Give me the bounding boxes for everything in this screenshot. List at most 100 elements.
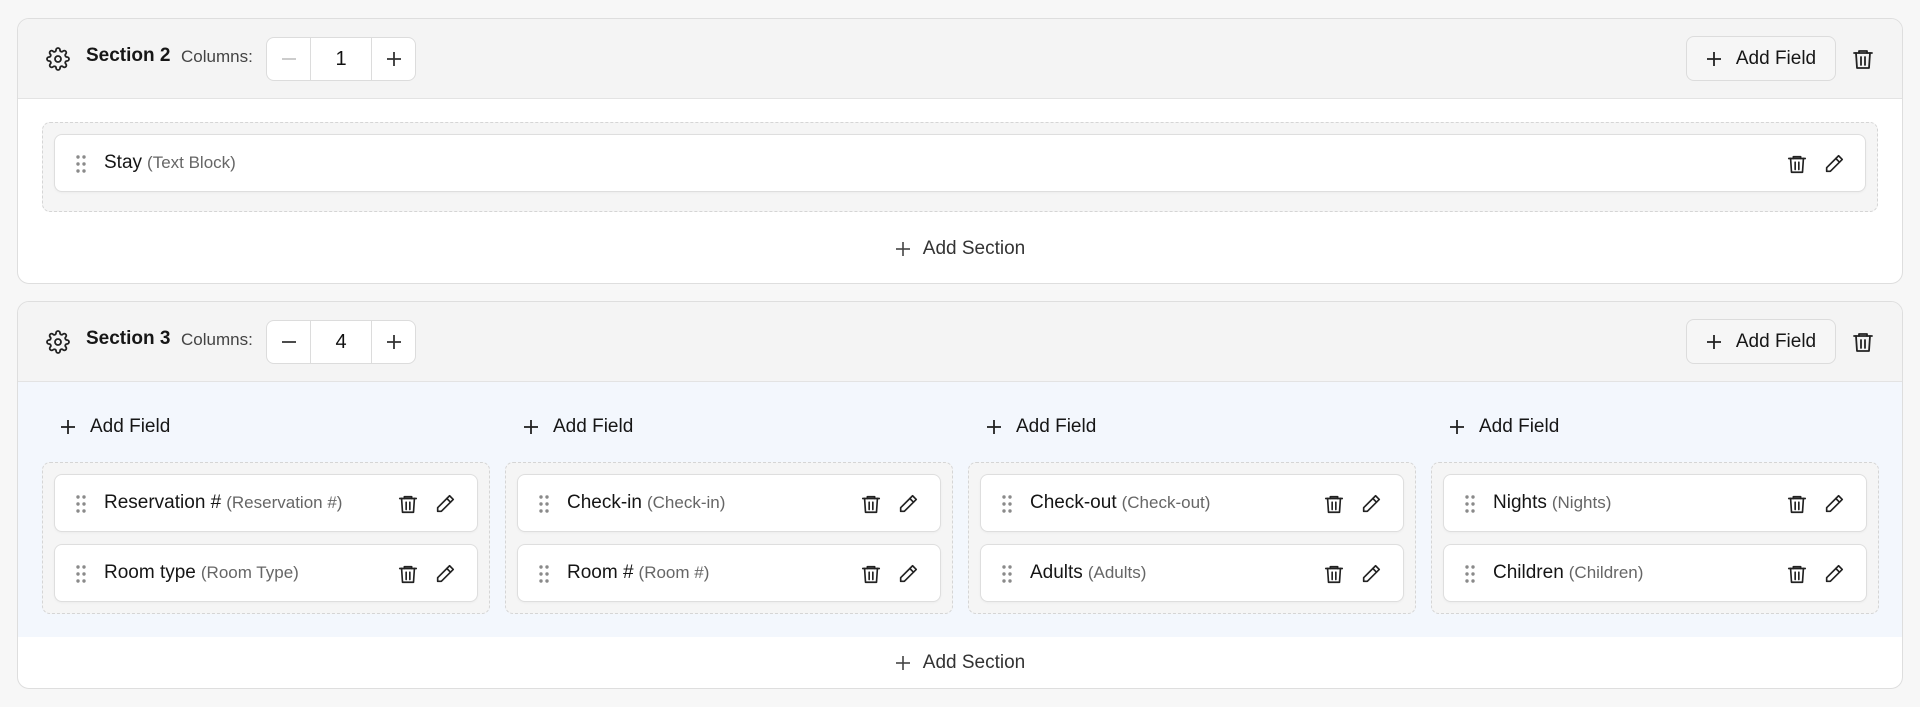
section-title: Section 3: [86, 328, 171, 349]
field-name: Room # (Room #): [567, 562, 709, 584]
add-field-label: Add Field: [1735, 47, 1817, 69]
field-type: (Check-out): [1121, 493, 1211, 512]
add-section-button[interactable]: Add Section: [18, 637, 1902, 688]
field-card[interactable]: Check-in (Check-in): [517, 474, 941, 532]
trash-icon[interactable]: [1323, 563, 1345, 585]
plus-icon: [1450, 420, 1464, 434]
field-card[interactable]: Stay (Text Block): [54, 134, 1866, 192]
field-label: Stay: [104, 152, 143, 173]
drag-handle-icon[interactable]: [1001, 494, 1013, 514]
field-name: Reservation # (Reservation #): [104, 492, 342, 514]
drag-handle-icon[interactable]: [1464, 564, 1476, 584]
column-dropzone: Check-in (Check-in) Room # (Room #): [505, 462, 953, 614]
add-field-label: Add Field: [1735, 330, 1817, 352]
add-field-label: Add Field: [1016, 416, 1097, 437]
delete-section-trash-icon[interactable]: [1851, 47, 1875, 71]
column-add-field-button[interactable]: Add Field: [60, 416, 170, 438]
columns-stepper: 1: [266, 37, 416, 81]
field-card[interactable]: Room # (Room #): [517, 544, 941, 602]
columns-value[interactable]: 1: [310, 38, 372, 80]
section-3-card: Section 3 Columns: 4 Add Field Add Field: [17, 301, 1903, 689]
field-dropzone: Stay (Text Block): [42, 122, 1878, 212]
add-field-label: Add Field: [90, 416, 171, 437]
field-card[interactable]: Adults (Adults): [980, 544, 1404, 602]
field-type: (Check-in): [646, 493, 726, 512]
field-label: Check-out: [1030, 492, 1117, 513]
field-card[interactable]: Check-out (Check-out): [980, 474, 1404, 532]
pencil-icon[interactable]: [1823, 153, 1845, 175]
trash-icon[interactable]: [1323, 493, 1345, 515]
drag-handle-icon[interactable]: [1464, 494, 1476, 514]
field-type: (Children): [1568, 563, 1644, 582]
pencil-icon[interactable]: [434, 493, 456, 515]
pencil-icon[interactable]: [1360, 493, 1382, 515]
field-label: Check-in: [567, 492, 642, 513]
add-field-button[interactable]: Add Field: [1686, 36, 1836, 81]
trash-icon[interactable]: [1786, 493, 1808, 515]
plus-icon: [1706, 334, 1721, 349]
decrement-columns-button[interactable]: [267, 38, 310, 80]
field-type: (Nights): [1551, 493, 1612, 512]
delete-section-trash-icon[interactable]: [1851, 330, 1875, 354]
column-add-field-button[interactable]: Add Field: [1449, 416, 1559, 438]
field-card[interactable]: Children (Children): [1443, 544, 1867, 602]
trash-icon[interactable]: [860, 493, 882, 515]
pencil-icon[interactable]: [434, 563, 456, 585]
trash-icon[interactable]: [397, 493, 419, 515]
field-name: Check-out (Check-out): [1030, 492, 1210, 514]
column-dropzone: Reservation # (Reservation #) Room type (R…: [42, 462, 490, 614]
plus-icon: [524, 420, 538, 434]
drag-handle-icon[interactable]: [1001, 564, 1013, 584]
pencil-icon[interactable]: [1360, 563, 1382, 585]
field-label: Nights: [1493, 492, 1547, 513]
drag-handle-icon[interactable]: [538, 494, 550, 514]
plus-icon: [895, 656, 910, 670]
field-type: (Reservation #): [226, 493, 343, 512]
decrement-columns-button[interactable]: [267, 321, 310, 363]
drag-handle-icon[interactable]: [75, 154, 87, 174]
field-name: Room type (Room Type): [104, 562, 299, 584]
gear-icon[interactable]: [46, 47, 70, 71]
field-card[interactable]: Nights (Nights): [1443, 474, 1867, 532]
add-section-label: Add Section: [922, 238, 1026, 259]
plus-icon: [987, 420, 1001, 434]
minus-icon: [281, 58, 296, 60]
gear-icon[interactable]: [46, 330, 70, 354]
section-2-card: Section 2 Columns: 1 Add Field Stay (Tex…: [17, 18, 1903, 284]
column-add-field-button[interactable]: Add Field: [986, 416, 1096, 438]
add-field-label: Add Field: [1479, 416, 1560, 437]
trash-icon[interactable]: [1786, 563, 1808, 585]
increment-columns-button[interactable]: [372, 38, 415, 80]
field-name: Children (Children): [1493, 562, 1643, 584]
field-card[interactable]: Reservation # (Reservation #): [54, 474, 478, 532]
add-field-button[interactable]: Add Field: [1686, 319, 1836, 364]
trash-icon[interactable]: [860, 563, 882, 585]
column-add-field-button[interactable]: Add Field: [523, 416, 633, 438]
drag-handle-icon[interactable]: [538, 564, 550, 584]
columns-stepper: 4: [266, 320, 416, 364]
section-title: Section 2: [86, 45, 171, 66]
plus-icon: [895, 242, 910, 256]
drag-handle-icon[interactable]: [75, 494, 87, 514]
field-name: Adults (Adults): [1030, 562, 1146, 584]
pencil-icon[interactable]: [897, 563, 919, 585]
pencil-icon[interactable]: [1823, 563, 1845, 585]
add-section-button[interactable]: Add Section: [18, 214, 1902, 283]
field-name: Check-in (Check-in): [567, 492, 725, 514]
field-type: (Text Block): [147, 153, 236, 172]
columns-area: Add Field Reservation # (Reservation #) R…: [18, 382, 1902, 637]
minus-icon: [281, 341, 296, 343]
plus-icon: [61, 420, 75, 434]
field-label: Adults: [1030, 562, 1083, 583]
pencil-icon[interactable]: [897, 493, 919, 515]
column-dropzone: Nights (Nights) Children (Children): [1431, 462, 1879, 614]
drag-handle-icon[interactable]: [75, 564, 87, 584]
trash-icon[interactable]: [397, 563, 419, 585]
columns-value[interactable]: 4: [310, 321, 372, 363]
increment-columns-button[interactable]: [372, 321, 415, 363]
section-header: Section 3 Columns: 4 Add Field: [18, 302, 1902, 382]
pencil-icon[interactable]: [1823, 493, 1845, 515]
field-card[interactable]: Room type (Room Type): [54, 544, 478, 602]
column-dropzone: Check-out (Check-out) Adults (Adults): [968, 462, 1416, 614]
trash-icon[interactable]: [1786, 153, 1808, 175]
